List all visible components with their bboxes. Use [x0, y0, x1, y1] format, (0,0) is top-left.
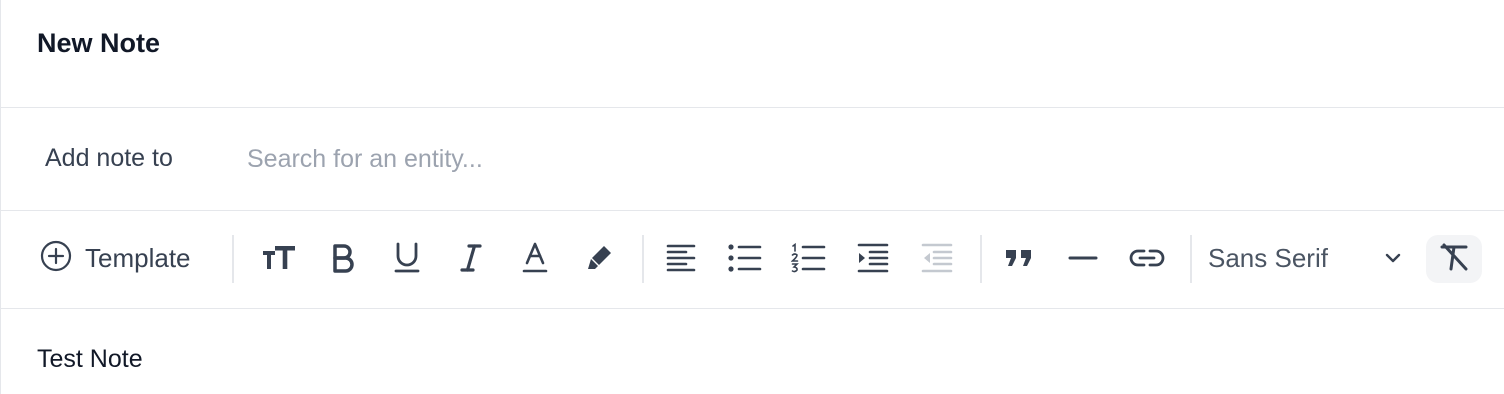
note-editor[interactable]: Test Note — [1, 309, 1504, 394]
italic-button[interactable] — [449, 236, 493, 280]
text-color-button[interactable] — [513, 236, 557, 280]
toolbar-divider — [642, 235, 644, 283]
numbered-list-button[interactable] — [787, 236, 831, 280]
editor-content[interactable]: Test Note — [37, 345, 143, 374]
blockquote-button[interactable] — [997, 236, 1041, 280]
underline-button[interactable] — [385, 236, 429, 280]
font-family-select[interactable]: Sans Serif — [1201, 236, 1413, 280]
bold-icon — [330, 243, 356, 273]
underline-icon — [393, 242, 421, 274]
bullet-list-icon — [727, 243, 763, 273]
formatting-toolbar: Template Sans Serif — [1, 211, 1504, 309]
template-button[interactable]: Template — [39, 236, 191, 280]
font-family-value: Sans Serif — [1208, 242, 1328, 273]
clear-format-button[interactable] — [1426, 235, 1482, 283]
outdent-button[interactable] — [915, 236, 959, 280]
link-button[interactable] — [1125, 236, 1169, 280]
bold-button[interactable] — [321, 236, 365, 280]
blockquote-icon — [1004, 247, 1034, 269]
indent-button[interactable] — [851, 236, 895, 280]
outdent-icon — [920, 242, 954, 274]
chevron-down-icon — [1383, 248, 1403, 273]
align-left-button[interactable] — [659, 236, 703, 280]
font-size-icon — [261, 243, 297, 273]
bullet-list-button[interactable] — [723, 236, 767, 280]
horizontal-rule-icon — [1068, 253, 1098, 263]
toolbar-divider — [1190, 235, 1192, 283]
font-size-button[interactable] — [257, 236, 301, 280]
numbered-list-icon — [791, 243, 827, 273]
align-left-icon — [665, 242, 697, 274]
highlight-button[interactable] — [577, 236, 621, 280]
template-label: Template — [85, 242, 191, 273]
toolbar-divider — [232, 235, 234, 283]
horizontal-rule-button[interactable] — [1061, 236, 1105, 280]
page-title: New Note — [37, 28, 161, 58]
new-note-panel: New Note Add note to Template — [0, 0, 1504, 394]
link-icon — [1129, 247, 1165, 269]
entity-search-input[interactable] — [233, 133, 1461, 185]
text-color-icon — [521, 242, 549, 274]
clear-format-icon — [1438, 242, 1470, 277]
entity-row: Add note to — [1, 109, 1504, 211]
indent-icon — [856, 242, 890, 274]
note-header: New Note — [1, 0, 1504, 108]
toolbar-divider — [980, 235, 982, 283]
highlight-icon — [584, 243, 614, 273]
italic-icon — [459, 243, 483, 273]
entity-label: Add note to — [45, 144, 173, 172]
plus-circle-icon — [39, 239, 73, 278]
